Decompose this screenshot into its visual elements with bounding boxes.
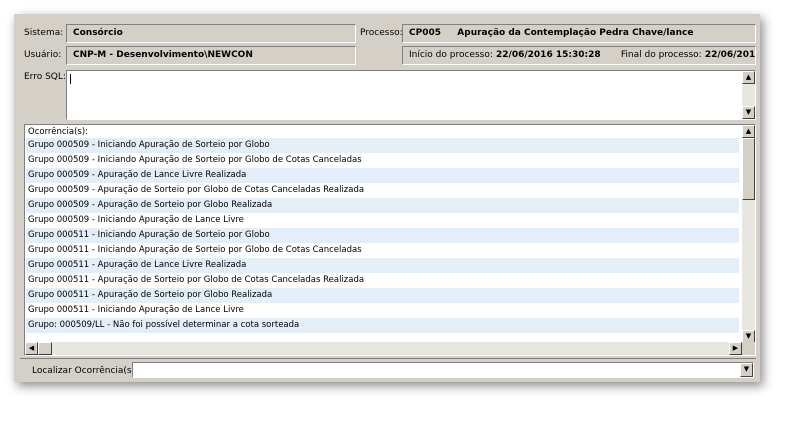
scroll-right-icon[interactable]: ▶	[729, 342, 742, 355]
list-item[interactable]: Grupo 000511 - Apuração de Lance Livre R…	[26, 258, 739, 273]
inicio-value: 22/06/2016 15:30:28	[496, 50, 601, 60]
process-window: Sistema: Consórcio Processo: CP005 Apura…	[14, 14, 760, 382]
processo-code: CP005	[409, 28, 441, 38]
text-caret	[70, 74, 71, 84]
final-value: 22/06/2016 15:30:40	[704, 50, 756, 60]
inicio-label: Início do processo:	[409, 50, 493, 60]
scroll-corner	[742, 342, 755, 355]
processo-label: Processo:	[360, 28, 403, 38]
list-item[interactable]: Grupo 000511 - Apuração de Sorteio por G…	[26, 273, 739, 288]
sistema-label: Sistema:	[24, 28, 64, 38]
processo-field: CP005 Apuração da Contemplação Pedra Cha…	[402, 24, 756, 43]
list-item[interactable]: Grupo 000509 - Apuração de Sorteio por G…	[26, 198, 739, 213]
ocorrencias-header: Ocorrência(s):	[26, 126, 741, 138]
dropdown-arrow-icon[interactable]: ▼	[740, 363, 753, 377]
list-item[interactable]: Grupo 000509 - Iniciando Apuração de Lan…	[26, 213, 739, 228]
timing-field: Início do processo: 22/06/2016 15:30:28 …	[402, 46, 756, 65]
localizar-label: Localizar Ocorrência(s):	[32, 366, 139, 376]
usuario-label: Usuário:	[24, 50, 62, 60]
localizar-combobox[interactable]: ▼	[132, 362, 754, 378]
vscroll-thumb[interactable]	[742, 138, 755, 200]
scroll-up-icon[interactable]: ▲	[742, 125, 755, 138]
processo-name: Apuração da Contemplação Pedra Chave/lan…	[457, 28, 694, 38]
scroll-left-icon[interactable]: ◀	[25, 342, 38, 355]
ocorrencias-list[interactable]: Ocorrência(s): Grupo 000509 - Iniciando …	[24, 124, 756, 356]
final-label: Final do processo:	[620, 50, 702, 60]
list-item[interactable]: Grupo: 000509/LL - Não foi possível dete…	[26, 318, 739, 333]
sistema-value: Consórcio	[73, 28, 123, 38]
list-item[interactable]: Grupo 000511 - Iniciando Apuração de Sor…	[26, 243, 739, 258]
erro-sql-textarea[interactable]: ▲ ▼	[66, 70, 756, 120]
erro-sql-vscrollbar[interactable]: ▲ ▼	[742, 71, 755, 119]
list-item[interactable]: Grupo 000509 - Apuração de Lance Livre R…	[26, 168, 739, 183]
list-item[interactable]: Grupo 000509 - Iniciando Apuração de Sor…	[26, 138, 739, 153]
usuario-value: CNP-M - Desenvolvimento\NEWCON	[73, 50, 253, 60]
list-item[interactable]: Grupo 000511 - Iniciando Apuração de Sor…	[26, 228, 739, 243]
list-item[interactable]: Grupo 000509 - Iniciando Apuração de Sor…	[26, 153, 739, 168]
usuario-field: CNP-M - Desenvolvimento\NEWCON	[66, 46, 356, 65]
ocorrencias-hscrollbar[interactable]: ◀ ▶	[25, 342, 742, 355]
list-item[interactable]: Grupo 000511 - Iniciando Apuração de Lan…	[26, 303, 739, 318]
localizar-panel: Localizar Ocorrência(s): ▼	[20, 358, 756, 380]
scroll-up-icon[interactable]: ▲	[742, 71, 755, 84]
list-item[interactable]: Grupo 000511 - Apuração de Sorteio por G…	[26, 288, 739, 303]
sistema-field: Consórcio	[66, 24, 356, 43]
hscroll-thumb[interactable]	[38, 342, 52, 355]
erro-sql-label: Erro SQL:	[24, 72, 66, 82]
ocorrencias-vscrollbar[interactable]: ▲ ▼	[742, 125, 755, 343]
list-item[interactable]: Grupo 000509 - Apuração de Sorteio por G…	[26, 183, 739, 198]
scroll-down-icon[interactable]: ▼	[742, 106, 755, 119]
